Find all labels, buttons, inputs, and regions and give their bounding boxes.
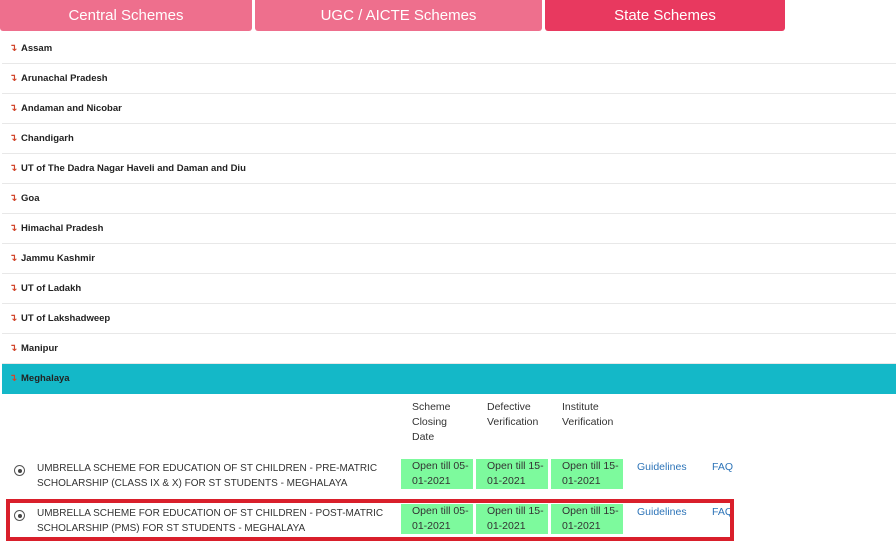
state-item-meghalaya[interactable]: ↴ Meghalaya	[2, 364, 896, 394]
scheme-row-post-matric: UMBRELLA SCHEME FOR EDUCATION OF ST CHIL…	[0, 504, 896, 538]
faq-link[interactable]: FAQ	[712, 461, 733, 473]
scheme-row-pre-matric: UMBRELLA SCHEME FOR EDUCATION OF ST CHIL…	[0, 459, 896, 493]
scheme-radio-button[interactable]	[14, 510, 25, 521]
column-header-institute-verification: Institute Verification	[562, 401, 614, 428]
state-label: Andaman and Nicobar	[21, 103, 122, 114]
state-label: UT of Ladakh	[21, 283, 82, 294]
scheme-tabs: Central Schemes UGC / AICTE Schemes Stat…	[0, 0, 896, 31]
tab-central-schemes[interactable]: Central Schemes	[0, 0, 252, 31]
scheme-radio-button[interactable]	[14, 465, 25, 476]
state-label: Goa	[21, 193, 40, 204]
state-label: Assam	[21, 43, 53, 54]
arrow-down-right-icon: ↴	[9, 343, 18, 354]
tab-ugc-aicte-schemes[interactable]: UGC / AICTE Schemes	[255, 0, 542, 31]
institute-verification-badge: Open till 15-01-2021	[551, 504, 623, 534]
state-label: Meghalaya	[21, 373, 70, 384]
state-item-arunachal-pradesh[interactable]: ↴ Arunachal Pradesh	[2, 64, 896, 94]
closing-date-badge: Open till 05-01-2021	[401, 459, 473, 489]
arrow-down-right-icon: ↴	[9, 253, 18, 264]
guidelines-link[interactable]: Guidelines	[637, 461, 687, 473]
arrow-down-right-icon: ↴	[9, 313, 18, 324]
state-item-goa[interactable]: ↴ Goa	[2, 184, 896, 214]
state-item-chandigarh[interactable]: ↴ Chandigarh	[2, 124, 896, 154]
arrow-down-right-icon: ↴	[9, 133, 18, 144]
state-label: UT of Lakshadweep	[21, 313, 111, 324]
state-item-jammu-kashmir[interactable]: ↴ Jammu Kashmir	[2, 244, 896, 274]
state-item-dadra-nagar-haveli-daman-diu[interactable]: ↴ UT of The Dadra Nagar Haveli and Daman …	[2, 154, 896, 184]
state-list: ↴ Assam ↴ Arunachal Pradesh ↴ Andaman and N…	[2, 34, 896, 394]
scheme-name: UMBRELLA SCHEME FOR EDUCATION OF ST CHIL…	[37, 463, 378, 489]
arrow-down-right-icon: ↴	[9, 73, 18, 84]
state-label: Arunachal Pradesh	[21, 73, 108, 84]
arrow-down-right-icon: ↴	[9, 373, 18, 384]
arrow-down-right-icon: ↴	[9, 43, 18, 54]
state-label: Manipur	[21, 343, 58, 354]
defective-verification-badge: Open till 15-01-2021	[476, 504, 548, 534]
faq-link[interactable]: FAQ	[712, 506, 733, 518]
arrow-down-right-icon: ↴	[9, 193, 18, 204]
state-label: Chandigarh	[21, 133, 74, 144]
closing-date-badge: Open till 05-01-2021	[401, 504, 473, 534]
arrow-down-right-icon: ↴	[9, 283, 18, 294]
tab-state-schemes[interactable]: State Schemes	[545, 0, 785, 31]
defective-verification-badge: Open till 15-01-2021	[476, 459, 548, 489]
state-label: UT of The Dadra Nagar Haveli and Daman a…	[21, 163, 246, 174]
state-item-himachal-pradesh[interactable]: ↴ Himachal Pradesh	[2, 214, 896, 244]
scheme-name: UMBRELLA SCHEME FOR EDUCATION OF ST CHIL…	[37, 508, 384, 534]
state-label: Himachal Pradesh	[21, 223, 104, 234]
arrow-down-right-icon: ↴	[9, 103, 18, 114]
state-item-lakshadweep[interactable]: ↴ UT of Lakshadweep	[2, 304, 896, 334]
state-item-assam[interactable]: ↴ Assam	[2, 34, 896, 64]
institute-verification-badge: Open till 15-01-2021	[551, 459, 623, 489]
arrow-down-right-icon: ↴	[9, 163, 18, 174]
state-item-andaman-and-nicobar[interactable]: ↴ Andaman and Nicobar	[2, 94, 896, 124]
column-header-defective-verification: Defective Verification	[487, 401, 539, 428]
arrow-down-right-icon: ↴	[9, 223, 18, 234]
column-header-closing-date: Scheme Closing Date	[412, 401, 451, 443]
state-label: Jammu Kashmir	[21, 253, 95, 264]
state-item-manipur[interactable]: ↴ Manipur	[2, 334, 896, 364]
guidelines-link[interactable]: Guidelines	[637, 506, 687, 518]
scheme-panel: Scheme Closing Date Defective Verificati…	[0, 394, 896, 544]
state-item-ladakh[interactable]: ↴ UT of Ladakh	[2, 274, 896, 304]
